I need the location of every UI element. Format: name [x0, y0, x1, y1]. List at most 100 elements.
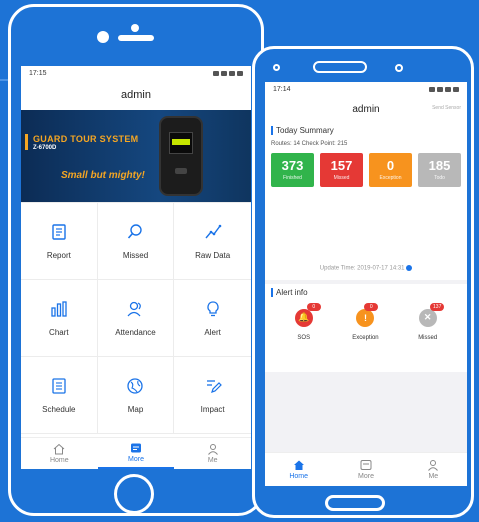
card-label: Todo [434, 175, 445, 181]
status-icons [429, 86, 459, 92]
grid-label: Chart [49, 327, 69, 337]
card-value: 0 [386, 158, 395, 173]
front-camera-icon [131, 24, 139, 32]
x-icon: ✕ [418, 308, 437, 327]
exclamation-icon: ! [356, 308, 375, 327]
grid-label: Schedule [42, 404, 76, 414]
grid-item-missed[interactable]: Missed [97, 203, 175, 280]
speaker-icon [118, 35, 154, 41]
tab-label: More [128, 456, 144, 463]
feature-grid: Report Missed Raw Data Chart Attendance … [21, 202, 251, 434]
grid-item-chart[interactable]: Chart [21, 280, 98, 357]
bottom-tab-bar: Home More Me [265, 452, 467, 486]
left-screen: 17:15 admin GUARD TOUR SYSTEM Z-6700D Sm… [21, 66, 251, 469]
tab-me[interactable]: Me [400, 453, 467, 486]
list-icon [52, 377, 66, 394]
tab-home[interactable]: Home [21, 438, 98, 469]
alert-badge: 0 [364, 302, 379, 311]
person-icon [428, 460, 439, 471]
tab-me[interactable]: Me [174, 438, 251, 469]
tab-home[interactable]: Home [265, 453, 332, 486]
update-time: Update Time: 2019-07-17 14:31 [265, 263, 467, 280]
tab-label: Me [428, 473, 439, 480]
home-icon [293, 460, 304, 470]
home-icon [53, 443, 65, 455]
speaker-icon [313, 61, 367, 73]
tab-label: Home [289, 473, 308, 480]
grid-label: Raw Data [195, 250, 231, 260]
tab-more[interactable]: More [332, 453, 399, 486]
alerts-row: 🔔 0 SOS ! 0 Exception ✕ 137 Missed [265, 301, 467, 341]
card-value: 157 [330, 158, 353, 173]
camera-dot-icon [395, 64, 403, 72]
lightbulb-icon [207, 300, 219, 316]
bottom-tab-bar: Home More Me [21, 437, 251, 469]
card-label: Finished [283, 175, 302, 181]
status-icons [213, 70, 243, 76]
alert-exception[interactable]: ! 0 Exception [352, 302, 379, 341]
alert-label: Missed [418, 334, 438, 341]
tab-label: Home [49, 457, 69, 464]
alert-panel: Alert info 🔔 0 SOS ! 0 Exception ✕ 137 M… [265, 283, 467, 372]
status-bar: 17:14 [265, 82, 467, 96]
grid-label: Report [46, 250, 71, 260]
tab-more[interactable]: More [97, 438, 175, 469]
grid-label: Alert [204, 327, 221, 337]
grid-item-raw-data[interactable]: Raw Data [174, 203, 251, 280]
right-screen: 17:14 admin Send Sensor Today Summary Ro… [265, 82, 467, 486]
people-icon [127, 301, 142, 316]
card-todo[interactable]: 185 Todo [418, 153, 461, 187]
edit-icon [206, 379, 222, 393]
home-button[interactable] [114, 474, 154, 514]
promo-banner[interactable]: GUARD TOUR SYSTEM Z-6700D Small but migh… [21, 110, 251, 202]
summary-cards: 373 Finished 157 Missed 0 Exception 185 … [265, 151, 467, 195]
update-text: Update Time: 2019-07-17 14:31 [319, 265, 405, 272]
globe-icon [127, 377, 144, 394]
alert-badge: 0 [306, 302, 321, 311]
grid-item-alert[interactable]: Alert [174, 280, 251, 357]
banner-model: Z-6700D [33, 145, 57, 151]
tab-label: Me [207, 457, 218, 464]
left-phone: 17:15 admin GUARD TOUR SYSTEM Z-6700D Sm… [8, 4, 264, 516]
grid-item-attendance[interactable]: Attendance [97, 280, 175, 357]
grid-label: Attendance [115, 327, 156, 337]
status-time: 17:15 [29, 69, 47, 77]
summary-panel: 17:14 admin Send Sensor Today Summary Ro… [265, 82, 467, 280]
guard-device-image [159, 116, 203, 196]
page-header: admin Send Sensor [265, 96, 467, 122]
grid-label: Missed [122, 250, 149, 260]
home-button[interactable] [325, 495, 385, 511]
report-icon [52, 223, 66, 240]
line-chart-icon [205, 224, 221, 238]
status-bar: 17:15 [21, 66, 251, 80]
grid-label: Map [127, 404, 144, 414]
grid-item-impact[interactable]: Impact [174, 357, 251, 434]
summary-title: Today Summary [276, 126, 334, 135]
grid-item-map[interactable]: Map [97, 357, 175, 434]
page-title: admin [352, 103, 380, 115]
alert-missed[interactable]: ✕ 137 Missed [418, 302, 445, 341]
alert-label: Exception [352, 334, 379, 341]
card-exception[interactable]: 0 Exception [369, 153, 412, 187]
grid-label: Impact [200, 404, 225, 414]
banner-title: GUARD TOUR SYSTEM [33, 134, 139, 144]
search-icon [128, 223, 143, 239]
alert-sos[interactable]: 🔔 0 SOS [294, 302, 321, 341]
card-label: Missed [333, 175, 350, 181]
more-icon [131, 443, 141, 453]
alert-label: SOS [297, 334, 311, 341]
sos-icon: 🔔 [294, 308, 313, 327]
alert-heading: Alert info [265, 284, 467, 301]
card-value: 185 [428, 158, 451, 173]
banner-stripe [25, 134, 28, 150]
grid-item-schedule[interactable]: Schedule [21, 357, 98, 434]
send-sensor-link[interactable]: Send Sensor [432, 105, 461, 111]
alert-title: Alert info [276, 287, 308, 297]
refresh-icon[interactable] [406, 265, 413, 271]
person-icon [207, 444, 218, 455]
summary-spacer [265, 195, 467, 263]
card-missed[interactable]: 157 Missed [320, 153, 363, 187]
grid-item-report[interactable]: Report [21, 203, 98, 280]
card-finished[interactable]: 373 Finished [271, 153, 314, 187]
routes-info: Routes: 14 Check Point: 215 [271, 141, 348, 147]
